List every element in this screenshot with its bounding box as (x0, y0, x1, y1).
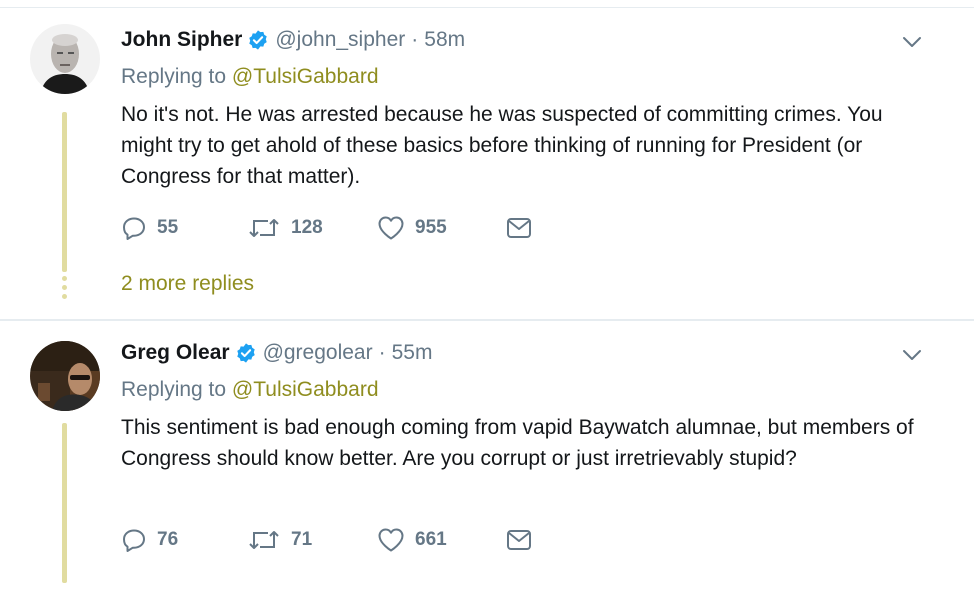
message-button[interactable] (506, 217, 532, 239)
retweet-icon (249, 531, 279, 549)
display-name[interactable]: John Sipher (121, 28, 242, 52)
replying-to: Replying to @TulsiGabbard (121, 378, 379, 402)
message-icon (507, 218, 531, 238)
like-button[interactable]: 661 (377, 527, 506, 553)
retweet-button[interactable]: 128 (247, 215, 377, 241)
thread-line (62, 423, 67, 583)
reply-count: 55 (157, 217, 179, 238)
separator-dot: · (378, 341, 386, 364)
tweet-text: This sentiment is bad enough coming from… (121, 416, 914, 470)
replying-to: Replying to @TulsiGabbard (121, 65, 379, 89)
retweet-count: 71 (291, 529, 313, 550)
timestamp[interactable]: 55m (392, 341, 433, 365)
like-icon (378, 528, 404, 552)
reply-button[interactable]: 76 (121, 527, 247, 553)
tweet-header: Greg Olear @gregolear · 55m (121, 341, 432, 365)
message-icon (507, 530, 531, 550)
retweet-icon (249, 219, 279, 237)
replying-to-label: Replying to (121, 65, 227, 88)
reply-count: 76 (157, 529, 179, 550)
reply-button[interactable]: 55 (121, 215, 247, 241)
like-count: 955 (415, 217, 447, 238)
tweet-actions: 55 128 955 (121, 213, 532, 243)
separator-dot: · (411, 28, 419, 51)
tweet-header: John Sipher @john_sipher · 58m (121, 28, 465, 52)
chevron-down-icon[interactable] (902, 35, 922, 49)
chevron-down-icon[interactable] (902, 348, 922, 362)
like-button[interactable]: 955 (377, 215, 506, 241)
timestamp[interactable]: 58m (424, 28, 465, 52)
retweet-button[interactable]: 71 (247, 527, 377, 553)
user-handle[interactable]: @john_sipher (275, 28, 405, 52)
retweet-count: 128 (291, 217, 323, 238)
tweet-actions: 76 71 661 (121, 525, 532, 555)
verified-icon (236, 343, 255, 363)
reply-icon (123, 217, 145, 240)
tweet-john-sipher[interactable]: John Sipher @john_sipher · 58m Replying … (0, 8, 974, 319)
user-handle[interactable]: @gregolear (263, 341, 373, 365)
tweet-text: No it's not. He was arrested because he … (121, 103, 883, 188)
replying-to-label: Replying to (121, 378, 227, 401)
more-replies-link[interactable]: 2 more replies (121, 272, 254, 296)
display-name[interactable]: Greg Olear (121, 341, 230, 365)
verified-icon (249, 30, 268, 50)
avatar[interactable] (30, 341, 100, 411)
reply-mention-link[interactable]: @TulsiGabbard (232, 65, 379, 88)
avatar[interactable] (30, 24, 100, 94)
reply-icon (123, 529, 145, 552)
like-icon (378, 216, 404, 240)
reply-mention-link[interactable]: @TulsiGabbard (232, 378, 379, 401)
like-count: 661 (415, 529, 447, 550)
thread-line (62, 112, 67, 272)
message-button[interactable] (506, 529, 532, 551)
tweet-greg-olear[interactable]: Greg Olear @gregolear · 55m Replying to … (0, 321, 974, 590)
thread-dots (62, 276, 67, 303)
